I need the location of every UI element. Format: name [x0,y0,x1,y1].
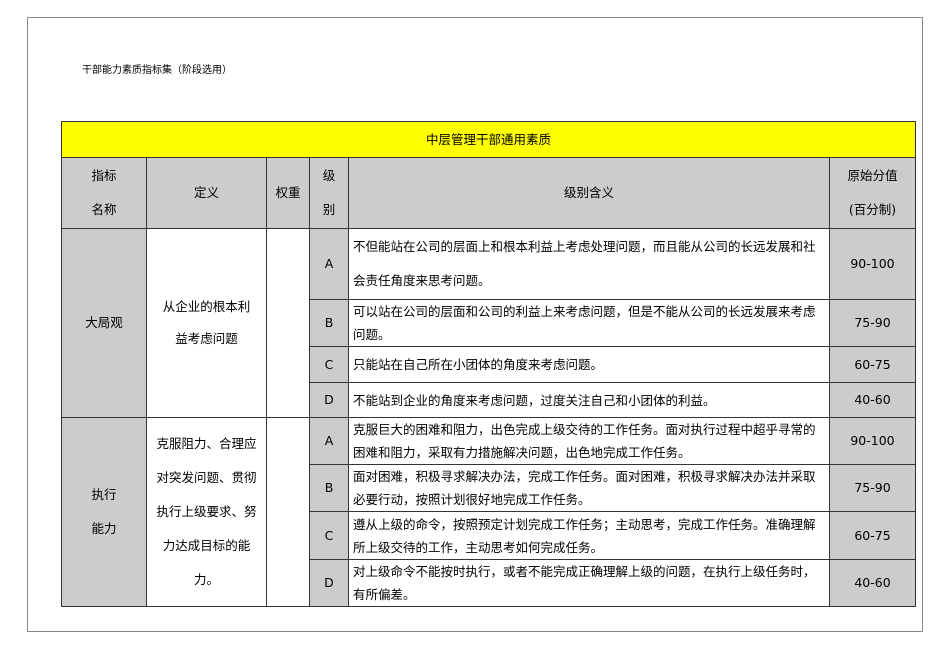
document-page: 干部能力素质指标集（阶段选用） 中层管理干部通用素质 指标 名称 定义 权重 级别… [0,0,950,672]
table-title: 中层管理干部通用素质 [60,121,917,158]
level-cell: D [309,559,349,607]
header-level-line1: 级 [322,168,336,183]
level-cell: C [309,346,349,383]
header-level: 级别 [309,157,349,229]
level-meaning: 面对困难，积极寻求解决办法，完成工作任务。面对困难，积极寻求解决办法并采取必要行… [348,464,830,512]
header-definition: 定义 [146,157,267,229]
definition-text: 从企业的根本利益考虑问题 [162,299,251,346]
score-cell: 40-60 [828,559,917,607]
document-title: 干部能力素质指标集（阶段选用） [82,65,232,76]
level-cell: D [309,382,349,418]
level-meaning: 对上级命令不能按时执行，或者不能完成正确理解上级的问题，在执行上级任务时，有所偏… [348,559,830,607]
score-cell: 90-100 [828,417,917,465]
header-row: 指标 名称 定义 权重 级别 级别含义 原始分值 (百分制) [61,157,917,229]
header-name-line1: 指标 [91,168,117,183]
score-cell: 60-75 [828,346,917,383]
header-meaning: 级别含义 [348,157,830,229]
score-cell: 40-60 [828,382,917,418]
header-level-line2: 别 [322,202,336,217]
indicator-name-text: 执行能力 [91,487,117,536]
indicator-name: 执行能力 [61,417,147,607]
level-cell: B [309,299,349,347]
header-score-line1: 原始分值 [847,168,898,183]
indicator-weight [266,228,310,418]
header-weight: 权重 [266,157,310,229]
level-meaning: 可以站在公司的层面和公司的利益上来考虑问题，但是不能从公司的长远发展来考虑问题。 [348,299,830,347]
definition-text: 克服阻力、合理应对突发问题、贯彻执行上级要求、努力达成目标的能力。 [156,436,257,587]
table-row: 大局观 从企业的根本利益考虑问题 A 不但能站在公司的层面上和根本利益上考虑处理… [61,228,917,418]
table-row: 执行能力 克服阻力、合理应对突发问题、贯彻执行上级要求、努力达成目标的能力。 A… [61,417,917,607]
level-meaning: 不但能站在公司的层面上和根本利益上考虑处理问题，而且能从公司的长远发展和社会责任… [348,228,830,300]
level-cell: A [309,228,349,300]
indicator-definition: 从企业的根本利益考虑问题 [146,228,267,418]
score-cell: 75-90 [828,464,917,512]
level-meaning: 不能站到企业的角度来考虑问题，过度关注自己和小团体的利益。 [348,382,830,418]
level-cell: A [309,417,349,465]
header-score: 原始分值 (百分制) [828,157,917,229]
level-meaning: 遵从上级的命令，按照预定计划完成工作任务；主动思考，完成工作任务。准确理解所上级… [348,511,830,560]
score-cell: 60-75 [828,511,917,560]
header-name-line2: 名称 [91,202,117,217]
indicator-weight [266,417,310,607]
indicator-definition: 克服阻力、合理应对突发问题、贯彻执行上级要求、努力达成目标的能力。 [146,417,267,607]
level-cell: B [309,464,349,512]
score-cell: 90-100 [828,228,917,300]
level-cell: C [309,511,349,560]
score-cell: 75-90 [828,299,917,347]
level-meaning: 克服巨大的困难和阻力，出色完成上级交待的工作任务。面对执行过程中超乎寻常的困难和… [348,417,830,465]
level-meaning: 只能站在自己所在小团体的角度来考虑问题。 [348,346,830,383]
competency-table: 中层管理干部通用素质 指标 名称 定义 权重 级别 级别含义 原始分值 (百分制) … [60,121,917,607]
header-score-line2: (百分制) [848,202,897,217]
indicator-name: 大局观 [61,228,147,418]
header-name: 指标 名称 [61,157,147,229]
